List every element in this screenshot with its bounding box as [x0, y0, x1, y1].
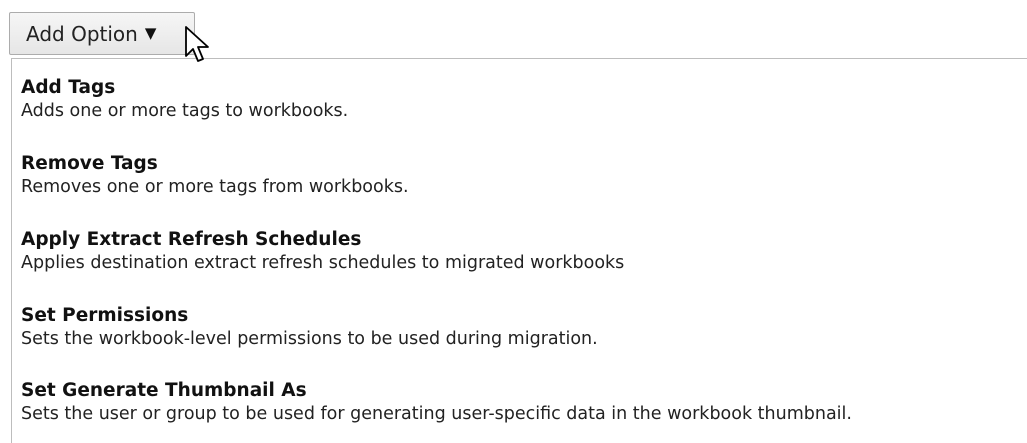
menu-item-title: Apply Extract Refresh Schedules: [21, 229, 362, 250]
menu-item-description: Removes one or more tags from workbooks.: [21, 177, 409, 197]
menu-item-description: Sets the user or group to be used for ge…: [21, 404, 852, 424]
menu-item-title: Remove Tags: [21, 153, 158, 174]
add-option-dropdown-region: Add Option ▼ Add Tags Adds one or more t…: [0, 0, 1027, 443]
menu-item-remove-tags[interactable]: Remove Tags Removes one or more tags fro…: [21, 152, 409, 199]
menu-item-description: Applies destination extract refresh sche…: [21, 253, 625, 273]
add-option-button[interactable]: Add Option ▼: [9, 12, 195, 55]
menu-item-title: Set Generate Thumbnail As: [21, 380, 307, 401]
menu-item-apply-extract-refresh-schedules[interactable]: Apply Extract Refresh Schedules Applies …: [21, 228, 624, 275]
add-option-menu: Add Tags Adds one or more tags to workbo…: [11, 58, 1027, 443]
menu-item-description: Adds one or more tags to workbooks.: [21, 101, 349, 121]
caret-down-icon: ▼: [144, 24, 157, 42]
menu-item-title: Add Tags: [21, 77, 116, 98]
menu-item-set-permissions[interactable]: Set Permissions Sets the workbook-level …: [21, 304, 598, 351]
menu-item-title: Set Permissions: [21, 305, 189, 326]
menu-item-description: Sets the workbook-level permissions to b…: [21, 329, 598, 349]
menu-item-add-tags[interactable]: Add Tags Adds one or more tags to workbo…: [21, 76, 348, 123]
menu-item-set-generate-thumbnail-as[interactable]: Set Generate Thumbnail As Sets the user …: [21, 379, 852, 426]
add-option-label: Add Option: [26, 21, 138, 46]
